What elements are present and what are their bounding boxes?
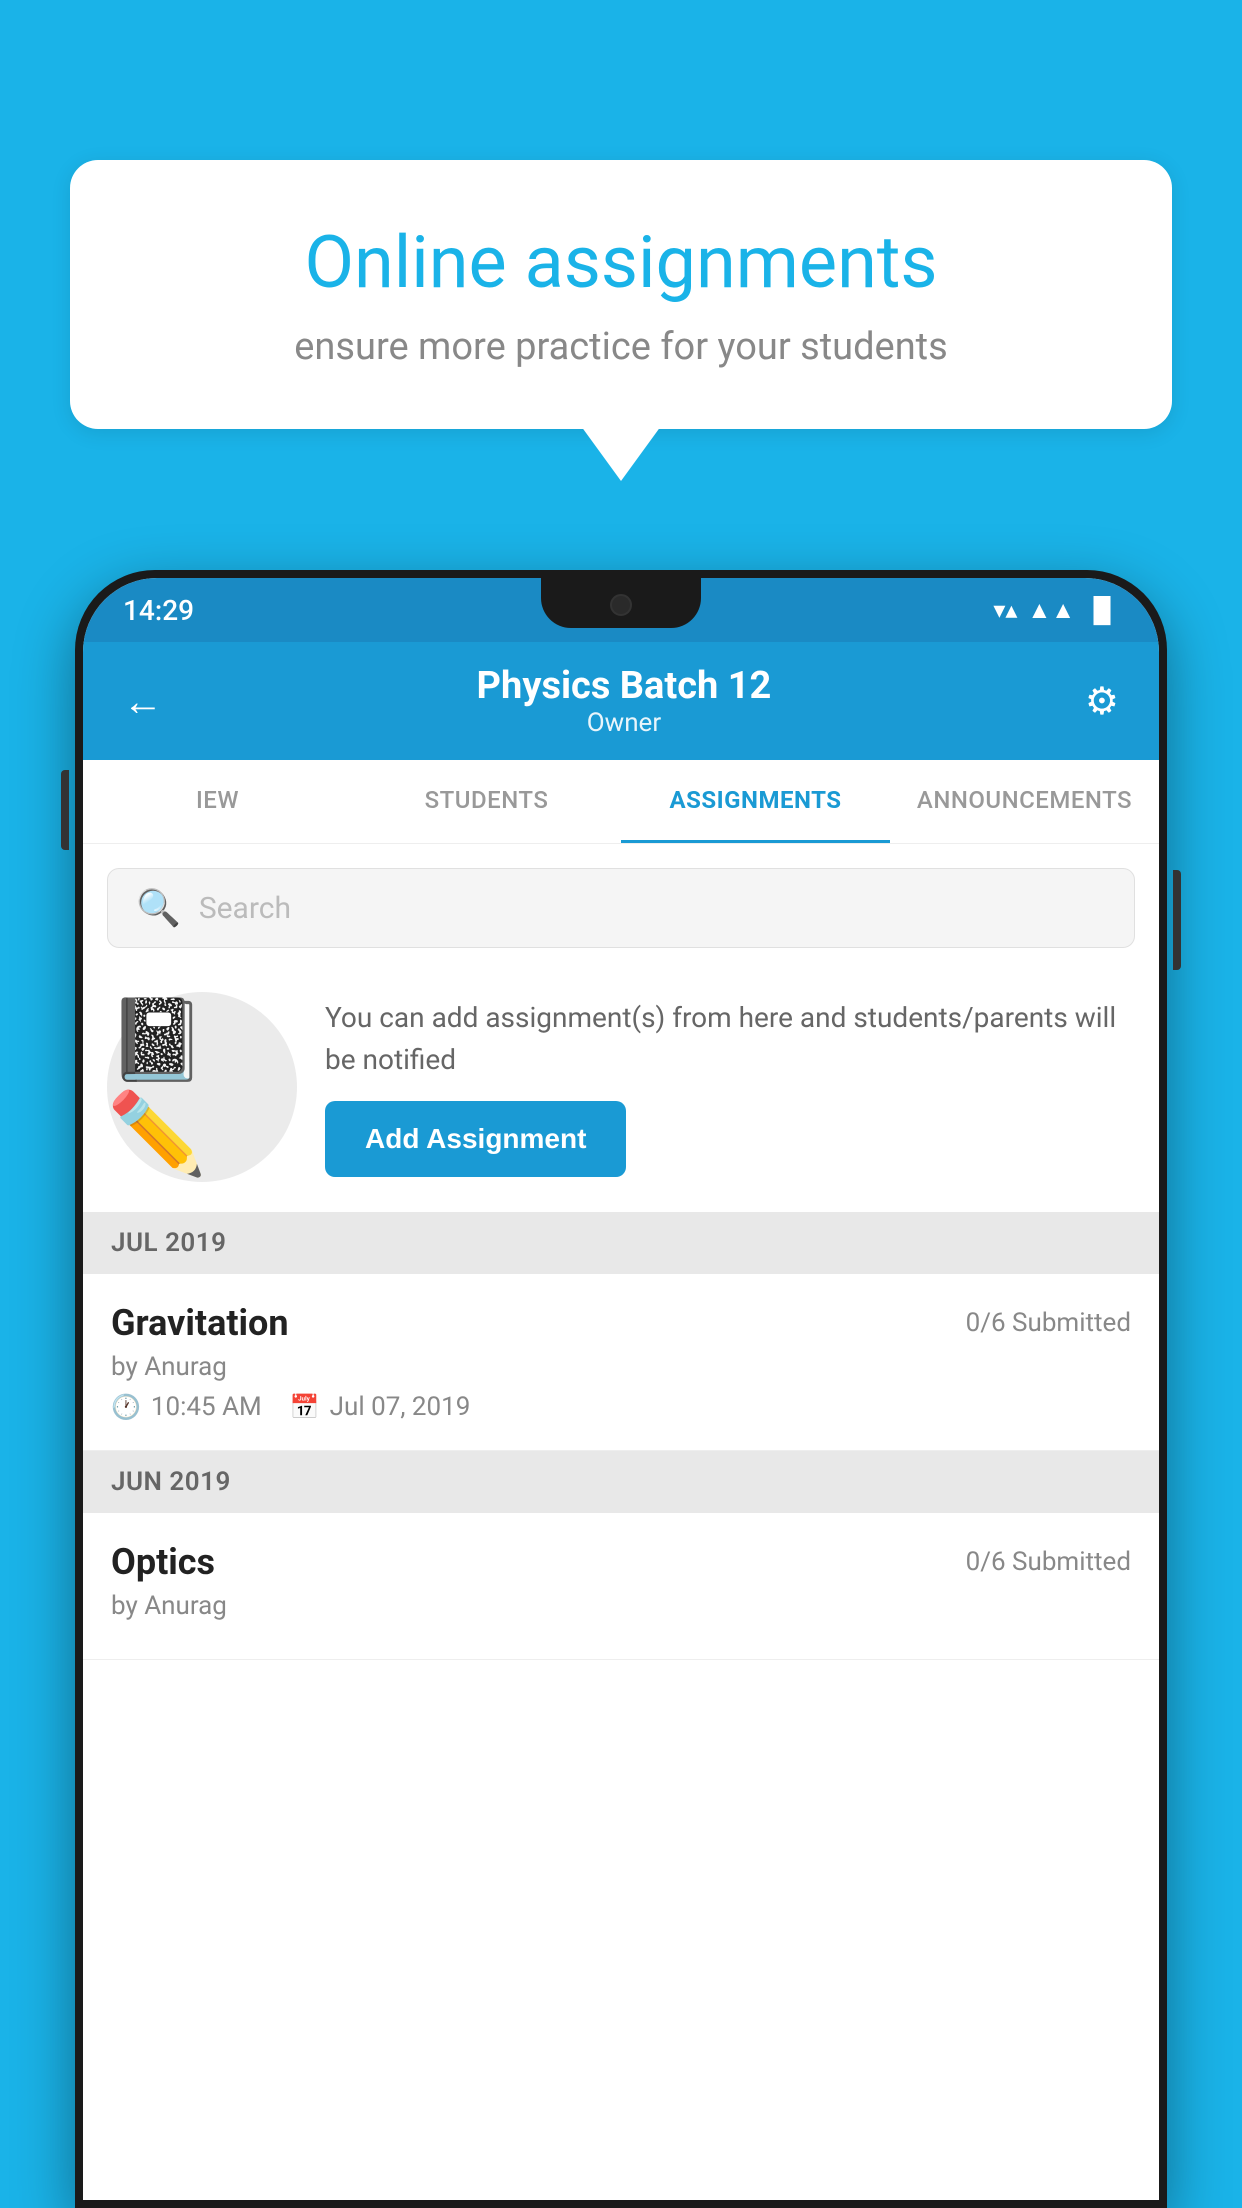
phone-screen: 14:29 ▾▴ ▲▲ ▐▌ ← Physics Batch 12 Owner …	[83, 578, 1159, 2200]
search-icon: 🔍	[136, 887, 181, 929]
notch	[541, 578, 701, 628]
header-title-block: Physics Batch 12 Owner	[477, 664, 772, 738]
battery-icon: ▐▌	[1085, 596, 1119, 625]
signal-icon: ▲▲	[1027, 596, 1075, 625]
batch-title: Physics Batch 12	[477, 664, 772, 708]
content-area: 🔍 Search 📓✏️ You can add assignment(s) f…	[83, 844, 1159, 2200]
back-button[interactable]: ←	[123, 678, 163, 725]
clock-icon: 🕐	[111, 1393, 141, 1421]
batch-role: Owner	[477, 708, 772, 738]
assignment-by: by Anurag	[111, 1352, 1131, 1382]
tab-students[interactable]: STUDENTS	[352, 760, 621, 843]
phone-power-button	[1173, 870, 1181, 970]
assignment-row1: Gravitation 0/6 Submitted	[111, 1302, 1131, 1344]
section-header-jul: JUL 2019	[83, 1212, 1159, 1274]
settings-icon[interactable]: ⚙	[1085, 679, 1119, 724]
assignment-name: Gravitation	[111, 1302, 289, 1344]
camera	[610, 594, 632, 616]
tab-assignments[interactable]: ASSIGNMENTS	[621, 760, 890, 843]
speech-bubble-title: Online assignments	[140, 220, 1102, 305]
speech-bubble: Online assignments ensure more practice …	[70, 160, 1172, 429]
tab-announcements[interactable]: ANNOUNCEMENTS	[890, 760, 1159, 843]
meta-date: 📅 Jul 07, 2019	[290, 1392, 471, 1422]
assignment-gravitation[interactable]: Gravitation 0/6 Submitted by Anurag 🕐 10…	[83, 1274, 1159, 1451]
assignment-by-optics: by Anurag	[111, 1591, 1131, 1621]
status-time: 14:29	[123, 594, 194, 627]
assignment-time: 10:45 AM	[151, 1392, 262, 1422]
section-header-jun: JUN 2019	[83, 1451, 1159, 1513]
promo-icon-circle: 📓✏️	[107, 992, 297, 1182]
assignment-name-optics: Optics	[111, 1541, 215, 1583]
search-bar[interactable]: 🔍 Search	[107, 868, 1135, 948]
assignment-submitted: 0/6 Submitted	[966, 1308, 1131, 1338]
tab-iew[interactable]: IEW	[83, 760, 352, 843]
assignment-submitted-optics: 0/6 Submitted	[966, 1547, 1131, 1577]
status-icons: ▾▴ ▲▲ ▐▌	[993, 596, 1119, 625]
assignment-date: Jul 07, 2019	[330, 1392, 471, 1422]
phone-frame: 14:29 ▾▴ ▲▲ ▐▌ ← Physics Batch 12 Owner …	[75, 570, 1167, 2208]
add-assignment-button[interactable]: Add Assignment	[325, 1101, 626, 1177]
notebook-icon: 📓✏️	[107, 993, 297, 1181]
promo-text-block: You can add assignment(s) from here and …	[325, 997, 1135, 1177]
promo-description: You can add assignment(s) from here and …	[325, 997, 1135, 1081]
calendar-icon: 📅	[290, 1393, 320, 1421]
wifi-icon: ▾▴	[993, 596, 1017, 624]
assignment-optics[interactable]: Optics 0/6 Submitted by Anurag	[83, 1513, 1159, 1660]
status-bar: 14:29 ▾▴ ▲▲ ▐▌	[83, 578, 1159, 642]
tabs-bar: IEW STUDENTS ASSIGNMENTS ANNOUNCEMENTS	[83, 760, 1159, 844]
assignment-meta: 🕐 10:45 AM 📅 Jul 07, 2019	[111, 1392, 1131, 1422]
search-placeholder: Search	[199, 891, 291, 926]
assignment-row1-optics: Optics 0/6 Submitted	[111, 1541, 1131, 1583]
speech-bubble-container: Online assignments ensure more practice …	[70, 160, 1172, 429]
phone-volume-button	[61, 770, 69, 850]
app-header: ← Physics Batch 12 Owner ⚙	[83, 642, 1159, 760]
meta-time: 🕐 10:45 AM	[111, 1392, 262, 1422]
promo-block: 📓✏️ You can add assignment(s) from here …	[83, 972, 1159, 1212]
speech-bubble-subtitle: ensure more practice for your students	[140, 325, 1102, 369]
